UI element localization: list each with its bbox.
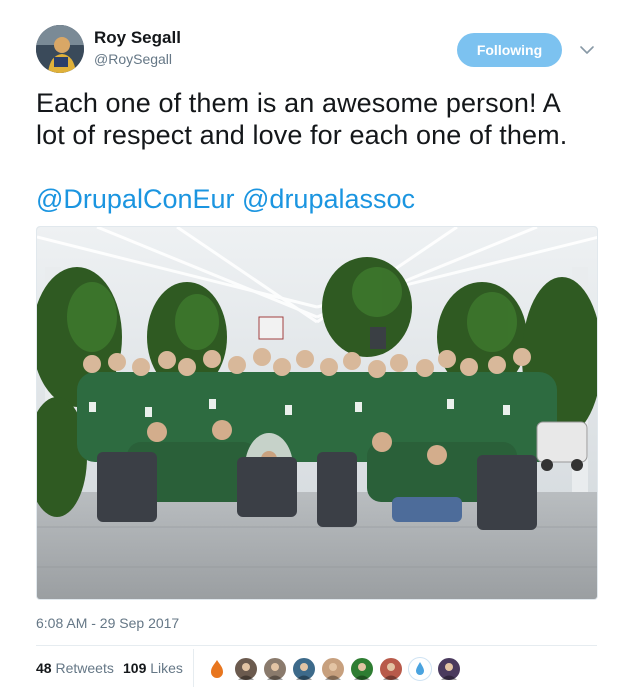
mention-link[interactable]: @DrupalConEur xyxy=(36,184,235,214)
person-avatar[interactable] xyxy=(292,657,316,681)
drupal-drop-avatar[interactable] xyxy=(205,657,229,681)
following-button[interactable]: Following xyxy=(457,33,562,67)
person-avatar[interactable] xyxy=(350,657,374,681)
avatar-image xyxy=(36,25,84,73)
tweet-photo[interactable] xyxy=(36,226,598,600)
group-photo-image xyxy=(37,227,597,599)
person-avatar[interactable] xyxy=(437,657,461,681)
author-name[interactable]: Roy Segall xyxy=(94,28,181,48)
chevron-down-icon[interactable] xyxy=(578,41,596,59)
author-handle[interactable]: @RoySegall xyxy=(94,51,172,67)
likes-stat[interactable]: 109 Likes xyxy=(123,660,183,676)
tweet-mentions: @DrupalConEur @drupalassoc xyxy=(36,183,415,215)
author-avatar[interactable] xyxy=(36,25,84,73)
retweets-stat[interactable]: 48 Retweets xyxy=(36,660,114,676)
likes-label: Likes xyxy=(150,660,183,676)
water-drop-avatar[interactable] xyxy=(408,657,432,681)
tweet: Roy Segall @RoySegall Following Each one… xyxy=(0,0,634,687)
tweet-timestamp[interactable]: 6:08 AM - 29 Sep 2017 xyxy=(36,615,179,631)
person-avatar[interactable] xyxy=(234,657,258,681)
tweet-text-line: Each one of them is an awesome person! A xyxy=(36,88,561,118)
tweet-text: Each one of them is an awesome person! A… xyxy=(36,87,606,151)
person-avatar[interactable] xyxy=(263,657,287,681)
stats-divider xyxy=(193,649,194,687)
tweet-text-line: lot of respect and love for each one of … xyxy=(36,120,568,150)
person-avatar[interactable] xyxy=(379,657,403,681)
person-avatar[interactable] xyxy=(321,657,345,681)
mention-link[interactable]: @drupalassoc xyxy=(242,184,415,214)
retweets-label: Retweets xyxy=(55,660,114,676)
divider xyxy=(36,645,597,646)
likes-count: 109 xyxy=(123,660,147,676)
retweets-count: 48 xyxy=(36,660,52,676)
